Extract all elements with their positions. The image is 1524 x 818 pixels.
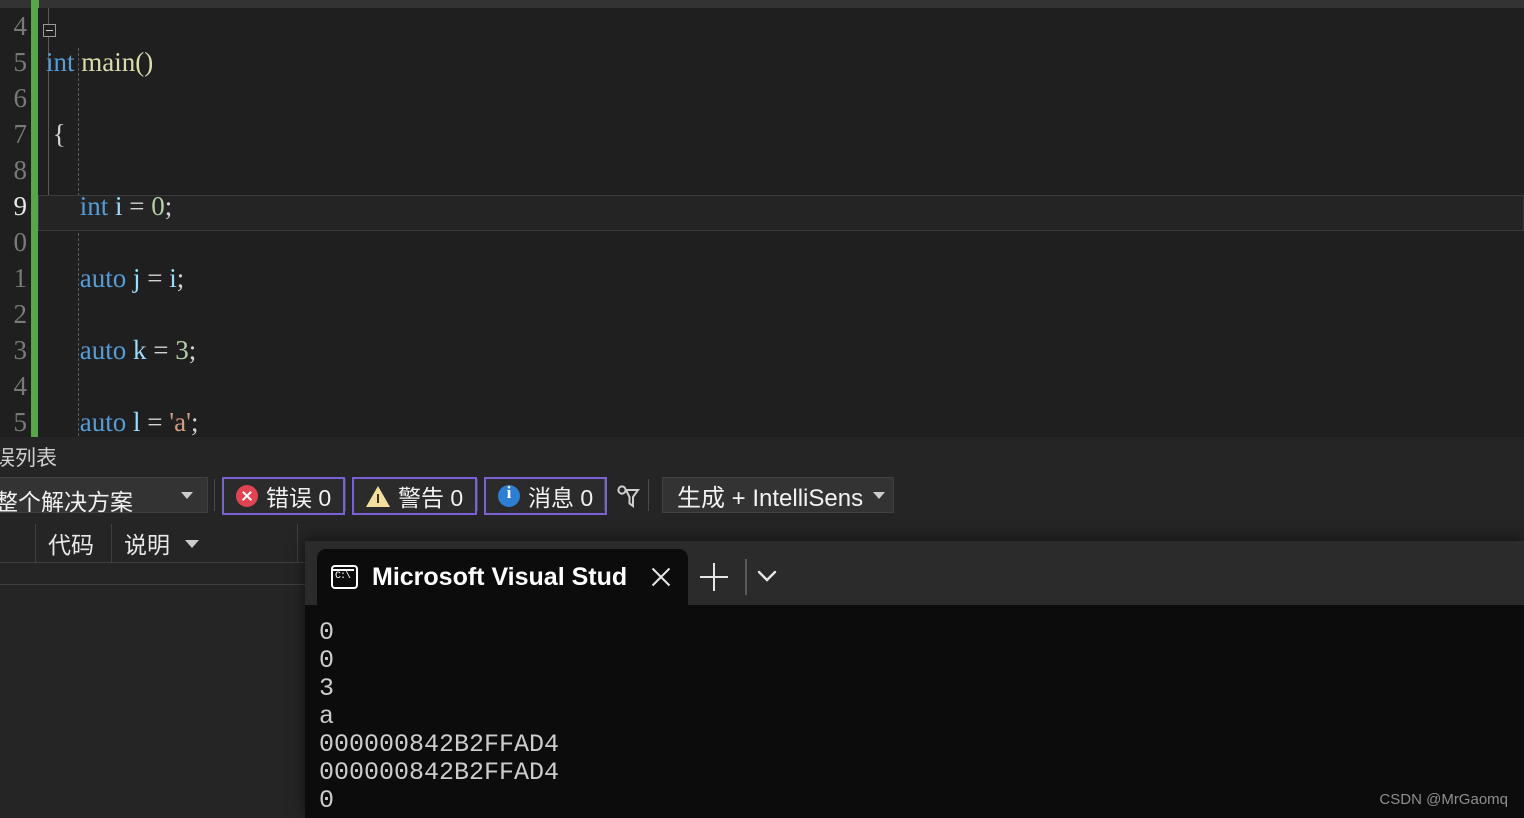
toolbar-separator: [214, 479, 215, 511]
messages-filter-label: 消息 0: [528, 485, 594, 511]
line-number: 4: [13, 371, 28, 401]
token-var-i: i: [108, 191, 123, 221]
token-char-literal: 'a': [169, 407, 191, 437]
code-line-5: {: [46, 116, 1524, 152]
terminal-window[interactable]: C:\ Microsoft Visual Stud 0 0 3 a 000000…: [305, 541, 1524, 818]
line-number: 4: [13, 11, 28, 41]
warning-icon: [366, 485, 390, 507]
errors-filter-button[interactable]: 错误 0: [222, 477, 346, 515]
token-keyword-auto: auto: [79, 335, 127, 365]
code-line-4: int main(): [46, 44, 1524, 80]
token-assign: =: [140, 263, 170, 293]
token-assign: =: [146, 335, 176, 365]
error-list-title: 误列表: [0, 447, 57, 470]
token-assign: =: [122, 191, 152, 221]
code-line-6: int i = 0;: [46, 188, 1524, 224]
warnings-filter-button[interactable]: 警告 0: [352, 477, 478, 515]
terminal-output-line: 000000842B2FFAD4: [319, 758, 560, 787]
close-icon[interactable]: [648, 564, 674, 590]
token-parens: (): [135, 47, 154, 77]
toolbar-separator: [477, 479, 478, 511]
code-line-7: auto j = i;: [46, 260, 1524, 296]
token-keyword-int: int: [79, 191, 109, 221]
errors-filter-label: 错误 0: [266, 485, 332, 511]
line-number: 2: [13, 299, 28, 329]
token-semicolon: ;: [190, 407, 199, 437]
token-semicolon: ;: [176, 263, 185, 293]
code-line-8: auto k = 3;: [46, 332, 1524, 368]
line-number: 5: [13, 407, 28, 437]
column-header-code[interactable]: 代码: [36, 524, 112, 562]
column-header-spacer: [0, 524, 36, 562]
terminal-titlebar: C:\ Microsoft Visual Stud: [305, 541, 1524, 605]
warnings-filter-label: 警告 0: [398, 485, 464, 511]
terminal-tab[interactable]: C:\ Microsoft Visual Stud: [317, 549, 688, 605]
token-number-3: 3: [175, 335, 189, 365]
token-brace-open: {: [46, 119, 66, 149]
chevron-down-icon: [873, 491, 886, 499]
change-tracking-bar: [31, 8, 38, 437]
token-semicolon: ;: [188, 335, 197, 365]
token-semicolon: ;: [164, 191, 173, 221]
code-line-9: auto l = 'a';: [46, 404, 1524, 437]
chevron-down-icon[interactable]: [752, 563, 782, 587]
column-header-description[interactable]: 说明: [112, 524, 298, 562]
token-var-k: k: [126, 335, 147, 365]
line-number: 5: [13, 47, 28, 77]
line-number: 0: [13, 227, 28, 257]
terminal-output-line: 3: [319, 674, 335, 703]
code-text[interactable]: int main() { int i = 0; auto j = i; auto…: [46, 8, 1524, 437]
plus-icon[interactable]: [700, 563, 728, 591]
terminal-tab-title: Microsoft Visual Stud: [372, 562, 628, 591]
line-number-gutter: 4 5 6 7 8 9 0 1 2 3 4 5: [0, 8, 30, 437]
toolbar-separator: [345, 479, 346, 511]
code-editor[interactable]: 4 5 6 7 8 9 0 1 2 3 4 5 int main() { int…: [0, 8, 1524, 437]
line-number: 3: [13, 335, 28, 365]
scope-dropdown[interactable]: 整个解决方案: [0, 477, 208, 515]
token-keyword-int: int: [46, 47, 75, 77]
messages-filter-button[interactable]: 消息 0: [484, 477, 608, 515]
terminal-output-line: 0: [319, 786, 335, 815]
build-source-dropdown[interactable]: 生成 + IntelliSens: [662, 477, 895, 513]
line-number: 8: [13, 155, 28, 185]
error-icon: [236, 485, 258, 507]
line-number: 1: [13, 263, 28, 293]
token-assign: =: [140, 407, 170, 437]
watermark: CSDN @MrGaomq: [1379, 791, 1508, 808]
line-number: 7: [13, 119, 28, 149]
terminal-output-line: a: [319, 702, 335, 731]
token-number-0: 0: [151, 191, 165, 221]
console-icon-glyph: C:\: [335, 571, 351, 582]
build-source-value: 生成 + IntelliSens: [677, 484, 864, 512]
terminal-output-line: 0: [319, 646, 335, 675]
terminal-output[interactable]: 0 0 3 a 000000842B2FFAD4 000000842B2FFAD…: [305, 605, 1524, 818]
token-keyword-auto: auto: [79, 407, 127, 437]
info-icon: [498, 483, 520, 507]
token-var-i: i: [169, 263, 177, 293]
line-number: 6: [13, 83, 28, 113]
token-keyword-auto: auto: [79, 263, 127, 293]
terminal-output-line: 000000842B2FFAD4: [319, 730, 560, 759]
token-var-l: l: [126, 407, 141, 437]
scope-dropdown-value: 整个解决方案: [0, 489, 133, 515]
filter-icon[interactable]: [615, 485, 641, 509]
console-icon: C:\: [331, 565, 358, 589]
token-var-j: j: [126, 263, 141, 293]
chevron-down-icon: [181, 492, 193, 499]
token-function-main: main: [81, 47, 136, 77]
terminal-toolbar-separator: [745, 559, 747, 595]
app-root: 4 5 6 7 8 9 0 1 2 3 4 5 int main() { int…: [0, 0, 1524, 818]
toolbar-separator: [604, 479, 605, 511]
terminal-output-line: 0: [319, 618, 335, 647]
sort-descending-icon[interactable]: [185, 540, 199, 548]
error-list-toolbar: 整个解决方案 错误 0 警告 0 消息 0: [0, 477, 1524, 517]
editor-top-clipped-row: [0, 0, 1524, 8]
change-bar-top: [31, 0, 39, 8]
toolbar-separator: [648, 479, 649, 511]
line-number-current: 9: [13, 191, 28, 221]
